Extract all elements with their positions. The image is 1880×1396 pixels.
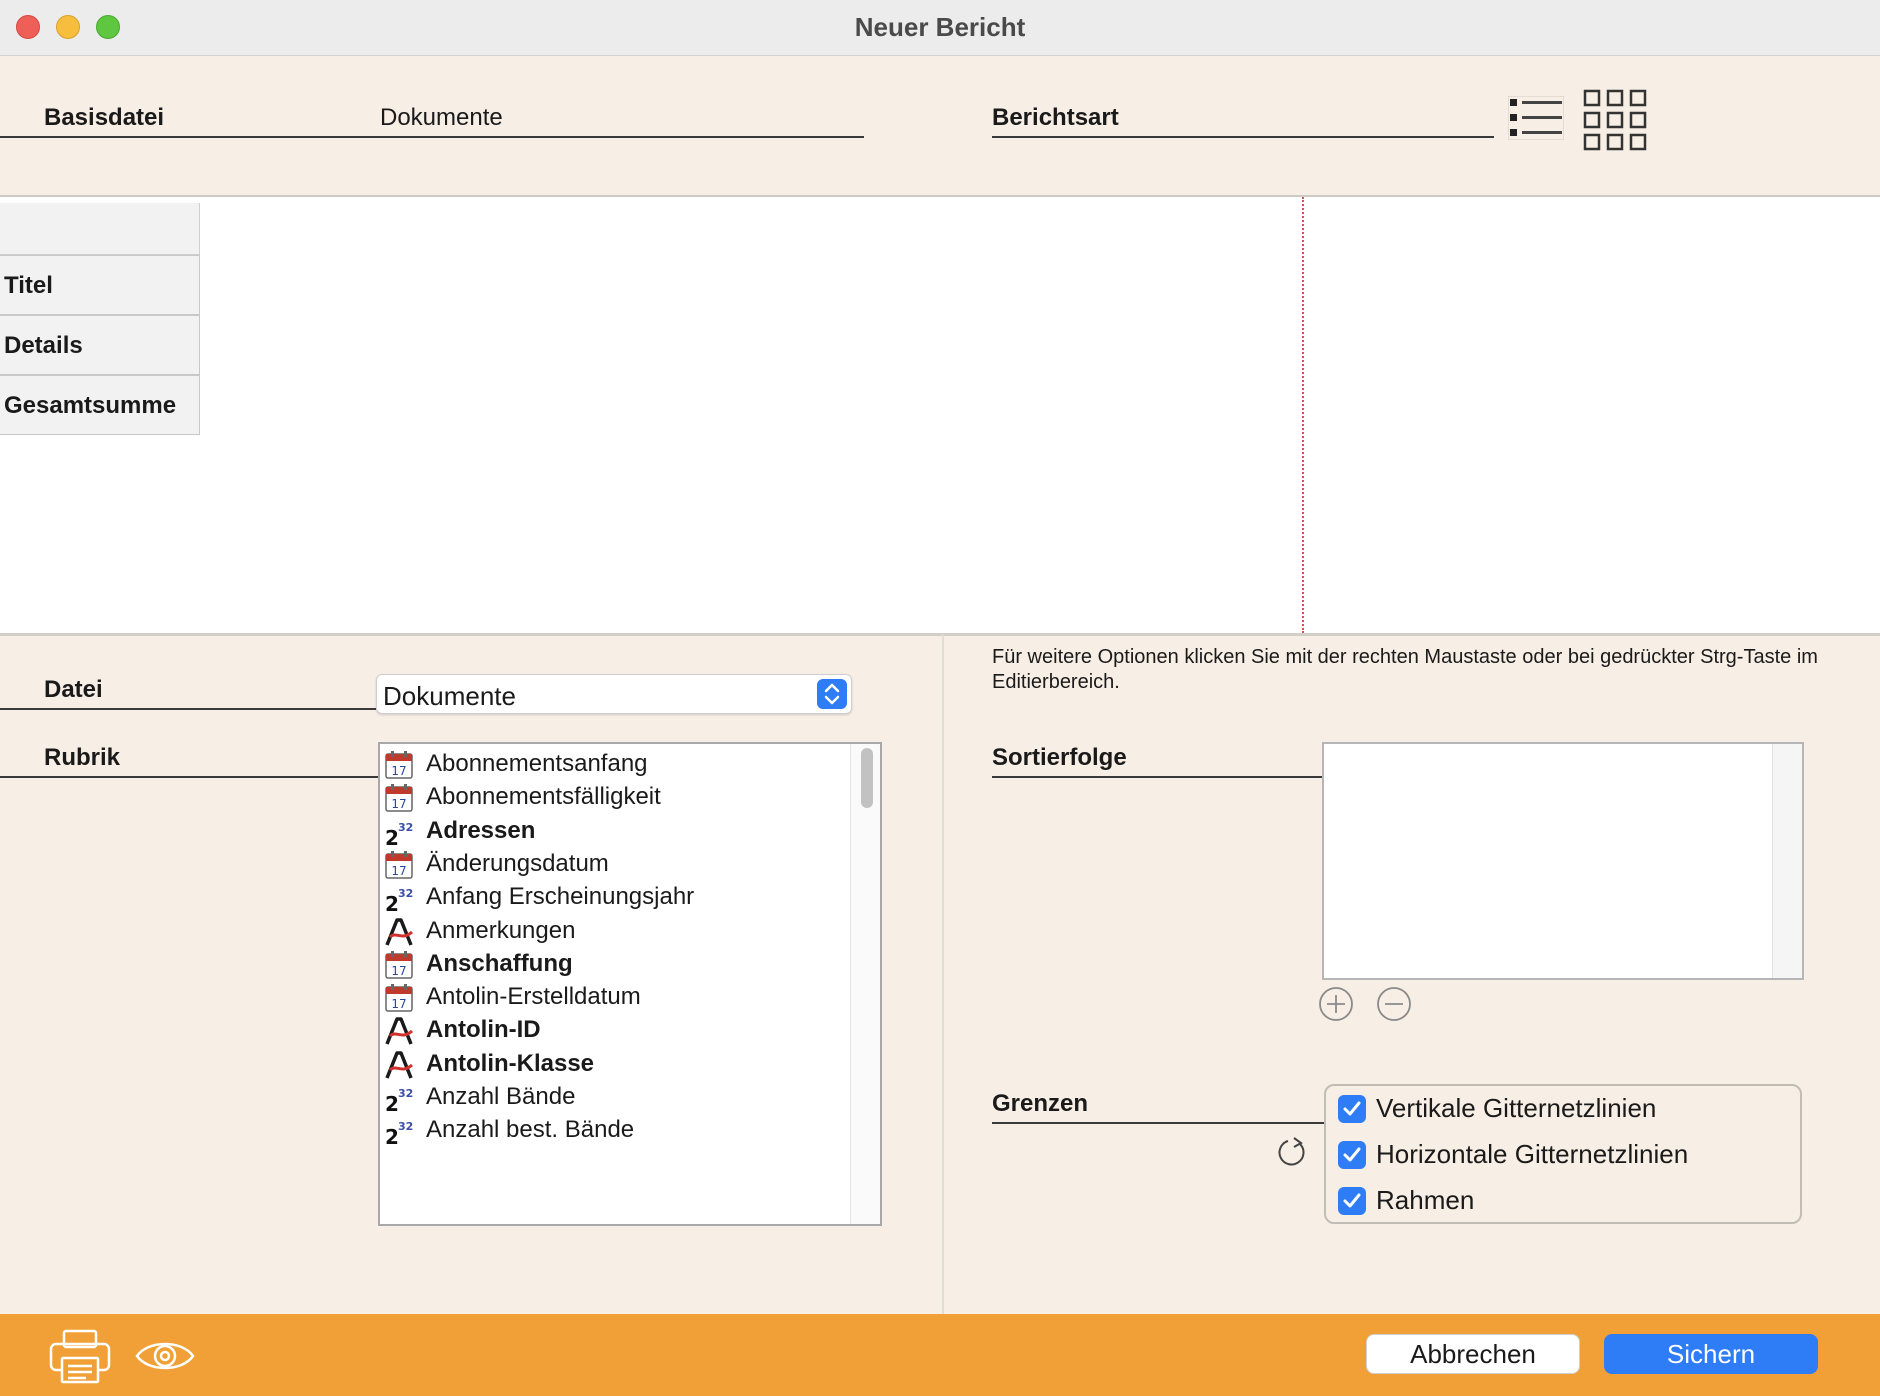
remove-sort-button[interactable] [1376,986,1412,1022]
svg-text:32: 32 [398,821,413,834]
svg-text:17: 17 [391,797,406,811]
svg-text:17: 17 [391,997,406,1011]
berichtsart-underline [992,136,1494,138]
svg-text:17: 17 [391,864,406,878]
list-report-icon[interactable] [1507,95,1565,141]
number-icon: 2 32 [384,817,414,850]
svg-text:32: 32 [398,1120,413,1133]
basisdatei-underline [0,136,864,138]
list-item-label: Antolin-Erstelldatum [426,983,641,1011]
chevron-up-down-icon [817,679,847,709]
text-icon [384,1050,414,1080]
svg-text:2: 2 [385,1125,399,1146]
reset-borders-button[interactable] [1274,1134,1310,1170]
add-sort-button[interactable] [1318,986,1354,1022]
basisdatei-label: Basisdatei [44,104,165,131]
title-bar: Neuer Bericht [0,0,1880,56]
minus-circle-icon [1377,987,1411,1021]
svg-text:32: 32 [398,1087,413,1100]
list-item-label: Antolin-ID [426,1016,541,1044]
checkmark-icon [1343,1147,1361,1162]
horizontal-gridlines-label: Horizontale Gitternetzlinien [1376,1139,1689,1169]
section-tab-titel[interactable]: Titel [0,255,200,315]
sort-order-scrollbar[interactable] [1772,744,1802,978]
number-icon: 2 32 [384,1116,414,1149]
list-item-label: Adressen [426,816,536,844]
horizontal-gridlines-checkbox[interactable] [1338,1141,1366,1169]
calendar-icon: 17 [384,950,414,980]
list-item-label: Anzahl Bände [426,1083,576,1110]
vertical-gridlines-checkbox[interactable] [1338,1095,1366,1123]
hint-text: Für weitere Optionen klicken Sie mit der… [992,646,1818,693]
vertical-gridlines-label: Vertikale Gitternetzlinien [1376,1093,1657,1123]
window-title: Neuer Bericht [854,12,1026,42]
section-tab-gesamtsumme[interactable]: Gesamtsumme [0,375,200,435]
list-item-label: Abonnementsanfang [426,750,648,777]
list-item-label: Anmerkungen [426,916,576,944]
list-item-label: Änderungsdatum [426,849,609,877]
calendar-icon: 17 [384,750,414,780]
rubrik-label: Rubrik [44,744,121,771]
cancel-button[interactable]: Abbrechen [1366,1334,1580,1374]
report-layout-editor[interactable]: Titel Details Gesamtsumme [0,197,1880,633]
rubrik-underline [0,776,378,778]
list-item-label: Antolin-Klasse [426,1049,595,1077]
page-margin-line [1302,197,1304,633]
basisdatei-value: Dokumente [380,104,503,131]
rubrik-list[interactable]: 17 Abonnementsanfang 17 Abonnementsfälligke… [378,742,882,1226]
list-item-label: Abonnementsfälligkeit [426,783,661,811]
text-icon [384,1016,414,1046]
sortierfolge-underline [992,776,1322,778]
svg-text:32: 32 [398,887,413,900]
list-item[interactable]: 2 32 Anzahl best. Bände [384,1110,854,1150]
list-item-label: Anfang Erscheinungsjahr [426,883,695,911]
refresh-icon [1278,1137,1305,1166]
rubrik-scroll-thumb[interactable] [861,748,873,808]
datei-popup-value: Dokumente [383,681,516,711]
checkmark-icon [1343,1101,1361,1116]
section-tab-details[interactable]: Details [0,315,200,375]
berichtsart-label: Berichtsart [992,104,1119,131]
save-button[interactable]: Sichern [1604,1334,1818,1374]
datei-label: Datei [44,676,103,703]
number-icon: 2 32 [384,883,414,916]
preview-button[interactable] [134,1334,196,1378]
checkmark-icon [1343,1193,1361,1208]
list-item-label: Anschaffung [426,949,573,977]
datei-underline [0,708,376,710]
frame-checkbox[interactable] [1338,1187,1366,1215]
footer-bar: Abbrechen Sichern [0,1314,1880,1396]
number-icon: 2 32 [384,1083,414,1116]
grenzen-underline [992,1122,1324,1124]
sortierfolge-label: Sortierfolge [992,744,1127,771]
frame-label: Rahmen [1376,1185,1475,1215]
printer-icon [49,1329,111,1384]
calendar-icon: 17 [384,850,414,880]
sort-order-list[interactable] [1322,742,1804,980]
grid-report-icon[interactable] [1582,88,1648,152]
section-column-header [0,203,200,255]
datei-popup[interactable]: Dokumente [376,674,852,714]
print-button[interactable] [48,1328,112,1384]
borders-options: Vertikale Gitternetzlinien Horizontale G… [1324,1084,1802,1224]
svg-text:17: 17 [391,964,406,978]
rubrik-scrollbar[interactable] [850,744,880,1224]
grenzen-label: Grenzen [992,1090,1089,1117]
eye-icon [135,1342,195,1370]
list-item-label: Anzahl best. Bände [426,1116,635,1144]
svg-text:17: 17 [391,764,406,778]
calendar-icon: 17 [384,783,414,813]
text-icon [384,917,414,947]
calendar-icon: 17 [384,983,414,1013]
plus-circle-icon [1319,987,1353,1021]
